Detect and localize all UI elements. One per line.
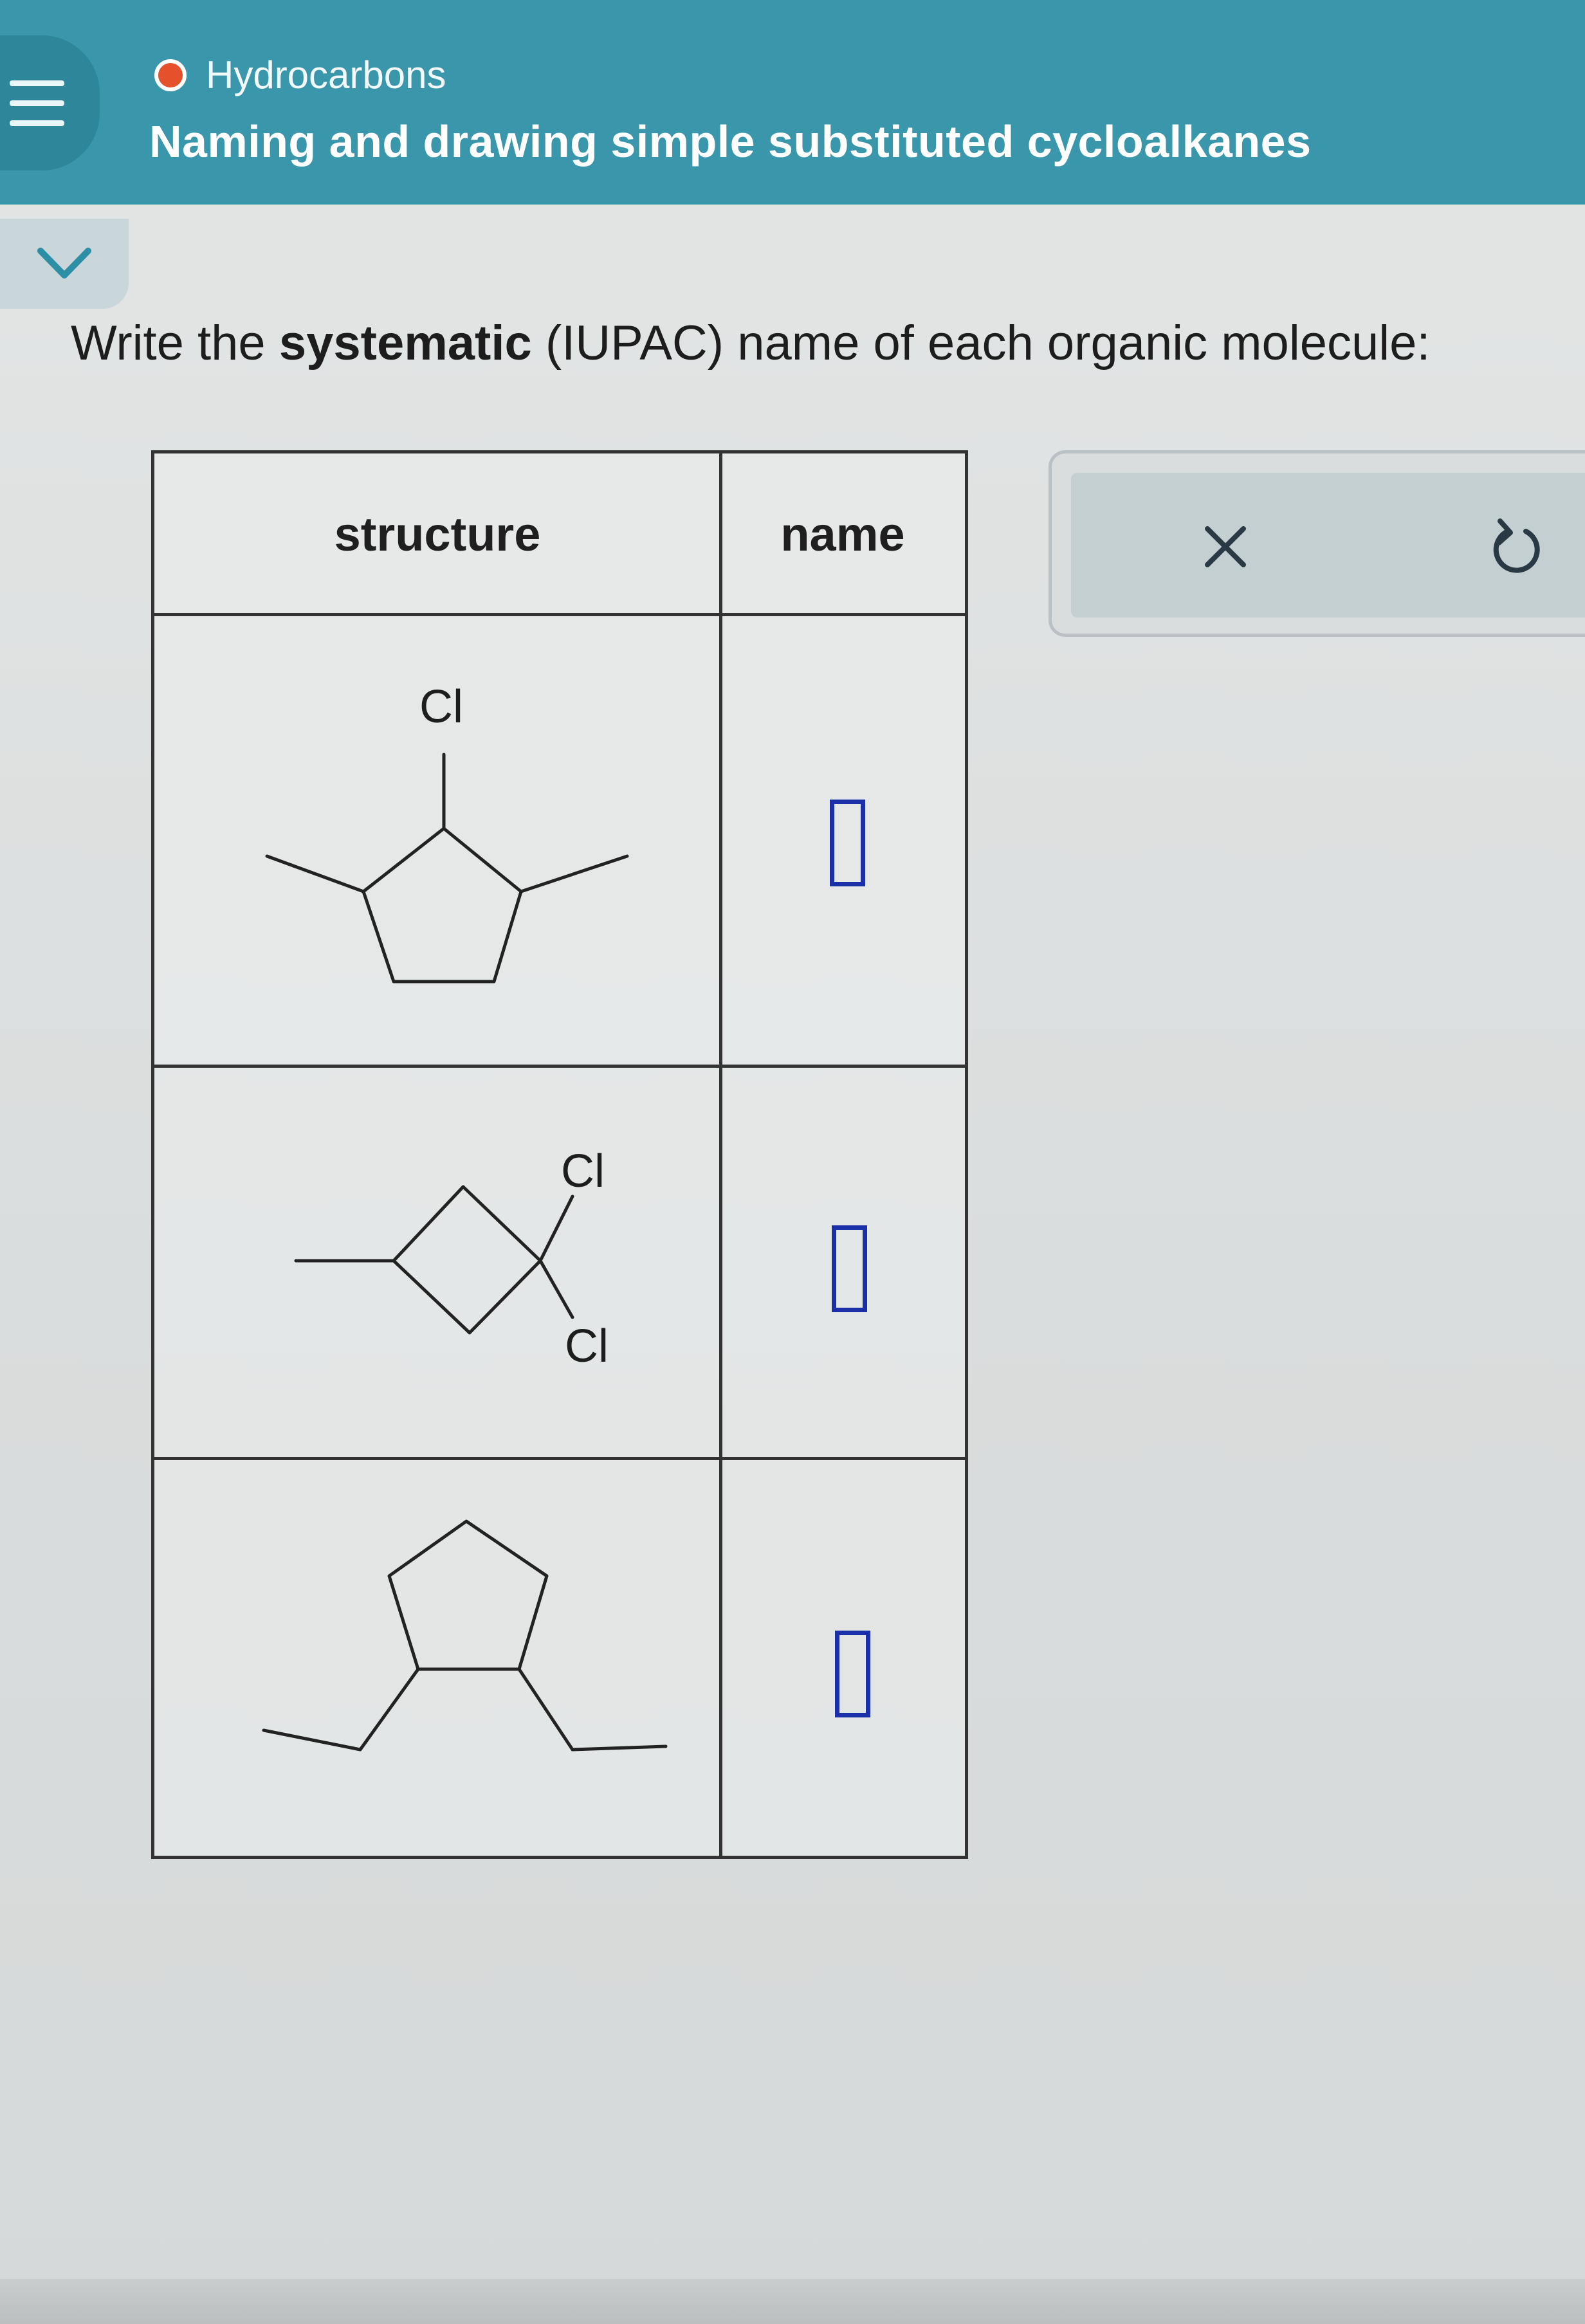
name-answer-slot[interactable] — [835, 1631, 870, 1717]
breadcrumb[interactable]: Hydrocarbons — [154, 53, 446, 97]
instructions-suffix: (IUPAC) name of each organic molecule: — [531, 316, 1431, 371]
name-answer-slot[interactable] — [830, 800, 865, 886]
undo-icon — [1493, 518, 1540, 573]
table-row — [154, 1460, 968, 1859]
menu-button[interactable] — [0, 35, 100, 170]
molecule-structure-3 — [262, 1519, 668, 1752]
instructions-bold: systematic — [279, 316, 532, 371]
column-header-name: name — [780, 507, 905, 561]
clear-button[interactable] — [1174, 499, 1277, 595]
close-icon — [1205, 526, 1246, 567]
collapse-button[interactable] — [0, 219, 129, 309]
instructions: Write the systematic (IUPAC) name of eac… — [71, 315, 1431, 371]
hamburger-icon-bar — [10, 120, 64, 126]
screen-bottom-edge — [0, 2279, 1585, 2324]
instructions-prefix: Write the — [71, 316, 279, 371]
atom-label: Cl — [561, 1146, 605, 1197]
atom-label: Cl — [565, 1321, 609, 1372]
status-dot-icon — [154, 59, 187, 91]
page: Hydrocarbons Naming and drawing simple s… — [0, 0, 1585, 2324]
atom-label: Cl — [419, 681, 463, 733]
hamburger-icon-bar — [10, 100, 64, 106]
breadcrumb-topic: Hydrocarbons — [206, 53, 446, 96]
column-header-structure: structure — [334, 507, 541, 561]
hamburger-icon — [10, 80, 64, 86]
header-bar: Hydrocarbons Naming and drawing simple s… — [0, 0, 1585, 205]
action-panel — [1049, 450, 1585, 637]
page-title: Naming and drawing simple substituted cy… — [149, 116, 1312, 167]
table-row: Cl — [154, 616, 968, 1065]
name-answer-slot[interactable] — [832, 1225, 867, 1312]
table-row: Cl Cl — [154, 1068, 968, 1457]
action-bar — [1071, 473, 1585, 618]
undo-button[interactable] — [1463, 499, 1566, 595]
answer-table: structure name Cl Cl Cl — [151, 450, 968, 1859]
chevron-down-icon — [37, 248, 91, 279]
molecule-structure-2 — [294, 1185, 574, 1335]
